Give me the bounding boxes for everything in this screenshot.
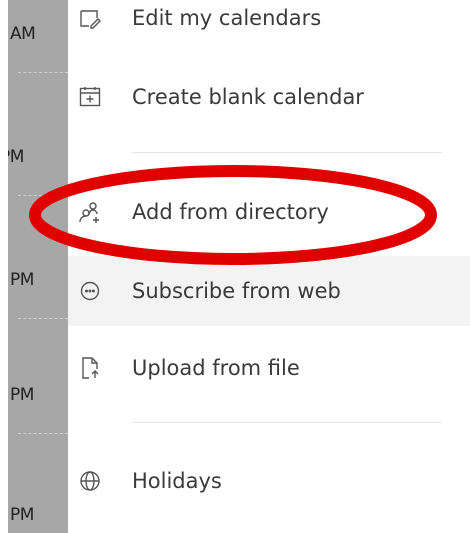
hour-divider (18, 195, 68, 196)
menu-item-label: Edit my calendars (132, 6, 322, 30)
calendar-add-icon (78, 85, 102, 109)
menu-item-holidays[interactable]: Holidays (68, 446, 470, 516)
menu-item-add-from-directory[interactable]: Add from directory (68, 177, 470, 247)
time-label: PM (10, 385, 34, 405)
menu-item-create-blank-calendar[interactable]: Create blank calendar (68, 62, 470, 132)
menu-divider (132, 422, 442, 423)
document-arrow-up-icon (78, 356, 102, 380)
left-margin (0, 0, 8, 533)
menu-item-label: Holidays (132, 469, 222, 493)
menu-item-label: Upload from file (132, 356, 300, 380)
hour-divider (18, 72, 68, 73)
menu-item-edit-my-calendars[interactable]: Edit my calendars (68, 0, 470, 53)
menu-item-label: Create blank calendar (132, 85, 364, 109)
time-label: PM (8, 147, 24, 167)
globe-icon (78, 469, 102, 493)
time-label: PM (10, 270, 34, 290)
edit-calendar-icon (78, 6, 102, 30)
add-calendar-menu: Edit my calendars Create blank calendar … (68, 0, 470, 533)
menu-item-upload-from-file[interactable]: Upload from file (68, 333, 470, 403)
people-add-icon (78, 200, 102, 224)
hour-divider (18, 318, 68, 319)
menu-item-label: Add from directory (132, 200, 329, 224)
hour-divider (18, 433, 68, 434)
more-circle-icon (78, 279, 102, 303)
menu-item-subscribe-from-web[interactable]: Subscribe from web (68, 256, 470, 326)
time-label: AM (10, 24, 36, 44)
time-label: PM (10, 505, 34, 525)
menu-divider (132, 152, 442, 153)
menu-item-label: Subscribe from web (132, 279, 341, 303)
calendar-time-column: AM PM PM PM PM (8, 0, 68, 533)
